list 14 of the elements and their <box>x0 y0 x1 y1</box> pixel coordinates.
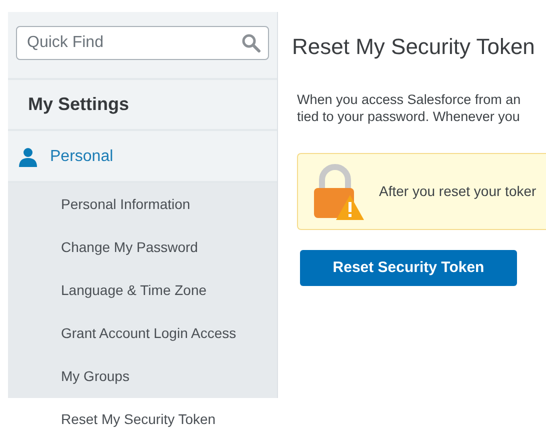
page-title: Reset My Security Token <box>292 33 536 61</box>
warning-text: After you reset your toker <box>379 182 536 201</box>
sidebar-heading: My Settings <box>28 92 130 116</box>
sidebar-item[interactable]: Personal Information <box>8 183 277 226</box>
description-text: When you access Salesforce from an tied to your password. Whenever you <box>297 91 522 125</box>
reset-token-button[interactable]: Reset Security Token <box>300 250 517 286</box>
search-icon <box>241 33 261 53</box>
sidebar-item[interactable]: My Groups <box>8 355 277 398</box>
sidebar-item[interactable]: Change My Password <box>8 226 277 269</box>
sidebar-item[interactable]: Grant Account Login Access <box>8 312 277 355</box>
sidebar-item[interactable]: Reset My Security Token <box>8 398 278 441</box>
sidebar-item[interactable]: Language & Time Zone <box>8 269 277 312</box>
person-icon <box>18 146 38 167</box>
search-field[interactable]: Quick Find <box>16 26 269 60</box>
